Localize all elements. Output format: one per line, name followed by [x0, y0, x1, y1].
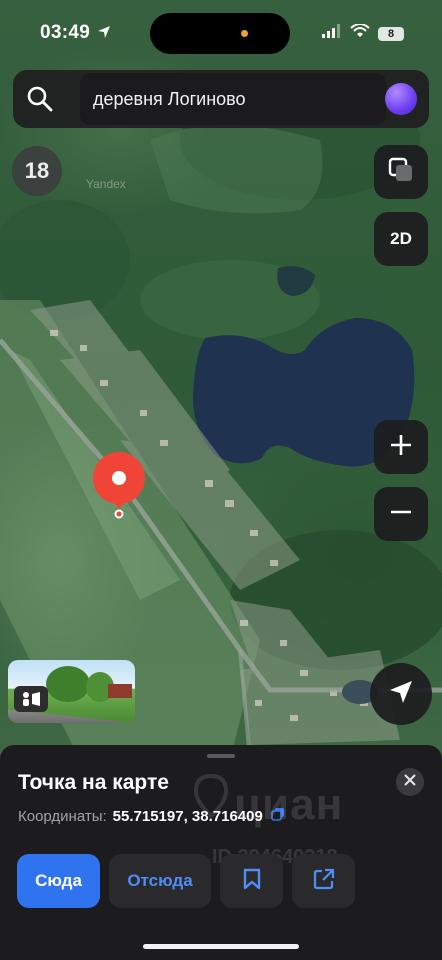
- zoom-level-badge: 18: [12, 146, 62, 196]
- dynamic-island: [150, 13, 290, 54]
- location-arrow-icon: [96, 24, 112, 46]
- layers-button[interactable]: [374, 145, 428, 199]
- home-indicator[interactable]: [143, 944, 299, 949]
- route-here-button[interactable]: Сюда: [17, 854, 100, 908]
- sheet-drag-handle[interactable]: [207, 754, 235, 758]
- battery-icon: 8: [378, 26, 404, 41]
- zoom-in-button[interactable]: [374, 420, 428, 474]
- close-icon: [404, 773, 416, 791]
- search-icon[interactable]: [27, 86, 53, 117]
- share-button[interactable]: [292, 854, 355, 908]
- wifi-icon: [350, 23, 370, 43]
- search-input[interactable]: деревня Логиново: [80, 73, 386, 125]
- search-bar: деревня Логиново: [13, 70, 429, 128]
- status-time: 03:49: [40, 22, 112, 46]
- my-location-button[interactable]: [370, 663, 432, 725]
- coordinates-label: Координаты:: [18, 807, 107, 825]
- cian-brand: циан: [234, 780, 344, 829]
- navigation-arrow-icon: [387, 678, 415, 711]
- mic-indicator-dot: [241, 30, 248, 37]
- close-button[interactable]: [396, 768, 424, 796]
- bookmark-icon: [243, 868, 261, 895]
- place-title: Точка на карте: [18, 771, 169, 794]
- yandex-watermark: Yandex: [86, 177, 126, 191]
- panorama-viewer-icon: [14, 686, 48, 712]
- zoom-out-button[interactable]: [374, 487, 428, 541]
- share-icon: [313, 868, 335, 895]
- street-panorama-thumbnail[interactable]: [8, 660, 135, 723]
- minus-icon: [389, 500, 413, 529]
- map-mode-2d-button[interactable]: 2D: [374, 212, 428, 266]
- plus-icon: [389, 433, 413, 462]
- signal-icon: [322, 24, 342, 43]
- status-icons: 8: [322, 23, 404, 43]
- layers-icon: [388, 157, 414, 188]
- route-from-button[interactable]: Отсюда: [109, 854, 211, 908]
- map-pin-icon[interactable]: [92, 451, 146, 528]
- alice-assistant-icon[interactable]: [385, 83, 417, 115]
- bookmark-button[interactable]: [220, 854, 283, 908]
